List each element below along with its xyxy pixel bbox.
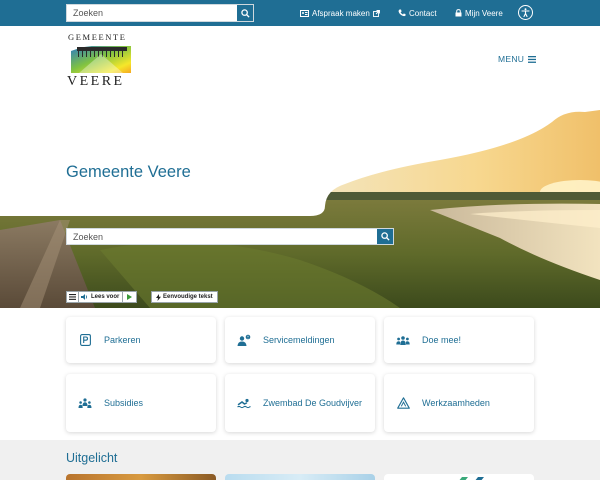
hero-search-input[interactable] — [67, 229, 377, 244]
logo-bottom-text: VEERE — [67, 74, 125, 89]
top-bar: Afspraak maken Contact Mijn Veere — [0, 0, 600, 26]
external-link-icon — [372, 9, 380, 17]
hero-title: Gemeente Veere — [66, 163, 191, 181]
accessibility-icon — [521, 8, 530, 17]
top-search — [66, 4, 254, 22]
parking-icon — [78, 333, 92, 347]
contact-link[interactable]: Contact — [398, 7, 437, 19]
easy-text-button[interactable]: Eenvoudige tekst — [151, 291, 218, 303]
tile-label: Parkeren — [104, 335, 141, 345]
tile-servicemeldingen[interactable]: Servicemeldingen — [225, 317, 375, 363]
tile-label: Doe mee! — [422, 335, 462, 345]
menu-label: MENU — [498, 54, 525, 64]
id-card-icon — [300, 9, 309, 17]
list-icon — [69, 294, 76, 300]
tile-label: Zwembad De Goudvijver — [263, 398, 363, 408]
subsidy-icon — [78, 396, 92, 410]
featured-card-1[interactable] — [66, 474, 216, 480]
report-icon — [237, 333, 251, 347]
phone-icon — [398, 9, 406, 17]
appointment-label: Afspraak maken — [312, 8, 370, 18]
hamburger-icon — [528, 55, 537, 63]
lock-icon — [455, 9, 462, 17]
tile-parkeren[interactable]: Parkeren — [66, 317, 216, 363]
play-button[interactable] — [123, 291, 138, 303]
appointment-link[interactable]: Afspraak maken — [300, 7, 380, 19]
tile-label: Werkzaamheden — [422, 398, 490, 408]
group-icon — [396, 333, 410, 347]
read-aloud-label: Lees voor — [91, 294, 120, 300]
hero-image — [0, 110, 600, 308]
easy-text-label: Eenvoudige tekst — [163, 294, 213, 300]
swimmer-icon — [237, 396, 251, 410]
tile-zwembad[interactable]: Zwembad De Goudvijver — [225, 374, 375, 432]
featured-card-3[interactable] — [384, 474, 534, 480]
logo-mark — [71, 44, 131, 73]
my-veere-link[interactable]: Mijn Veere — [455, 7, 503, 19]
gemeente-veere-logo[interactable]: GEMEENTE VEERE — [66, 32, 138, 89]
my-veere-label: Mijn Veere — [465, 8, 503, 18]
accessibility-button[interactable] — [518, 5, 533, 20]
featured-title: Uitgelicht — [66, 451, 118, 465]
read-aloud-button[interactable]: Lees voor — [79, 291, 124, 303]
play-icon — [127, 294, 133, 300]
tile-label: Subsidies — [104, 398, 144, 408]
tile-werkzaamheden[interactable]: Werkzaamheden — [384, 374, 534, 432]
readspeaker-menu-button[interactable] — [66, 291, 79, 303]
hero-search-button[interactable] — [377, 229, 393, 244]
hero-search — [66, 228, 394, 245]
speaker-icon — [81, 294, 88, 300]
contact-label: Contact — [409, 8, 437, 18]
featured-card-2[interactable] — [225, 474, 375, 480]
logo-top-text: GEMEENTE — [68, 32, 127, 42]
menu-button[interactable]: MENU — [498, 54, 537, 64]
readspeaker-bar: Lees voor — [66, 291, 138, 303]
lightning-icon — [156, 293, 161, 301]
tile-subsidies[interactable]: Subsidies — [66, 374, 216, 432]
top-search-input[interactable] — [67, 5, 237, 21]
warning-icon — [396, 396, 410, 410]
search-icon — [240, 8, 250, 18]
search-icon — [380, 232, 390, 241]
top-search-button[interactable] — [237, 5, 253, 21]
tile-label: Servicemeldingen — [263, 335, 335, 345]
tile-doe-mee[interactable]: Doe mee! — [384, 317, 534, 363]
